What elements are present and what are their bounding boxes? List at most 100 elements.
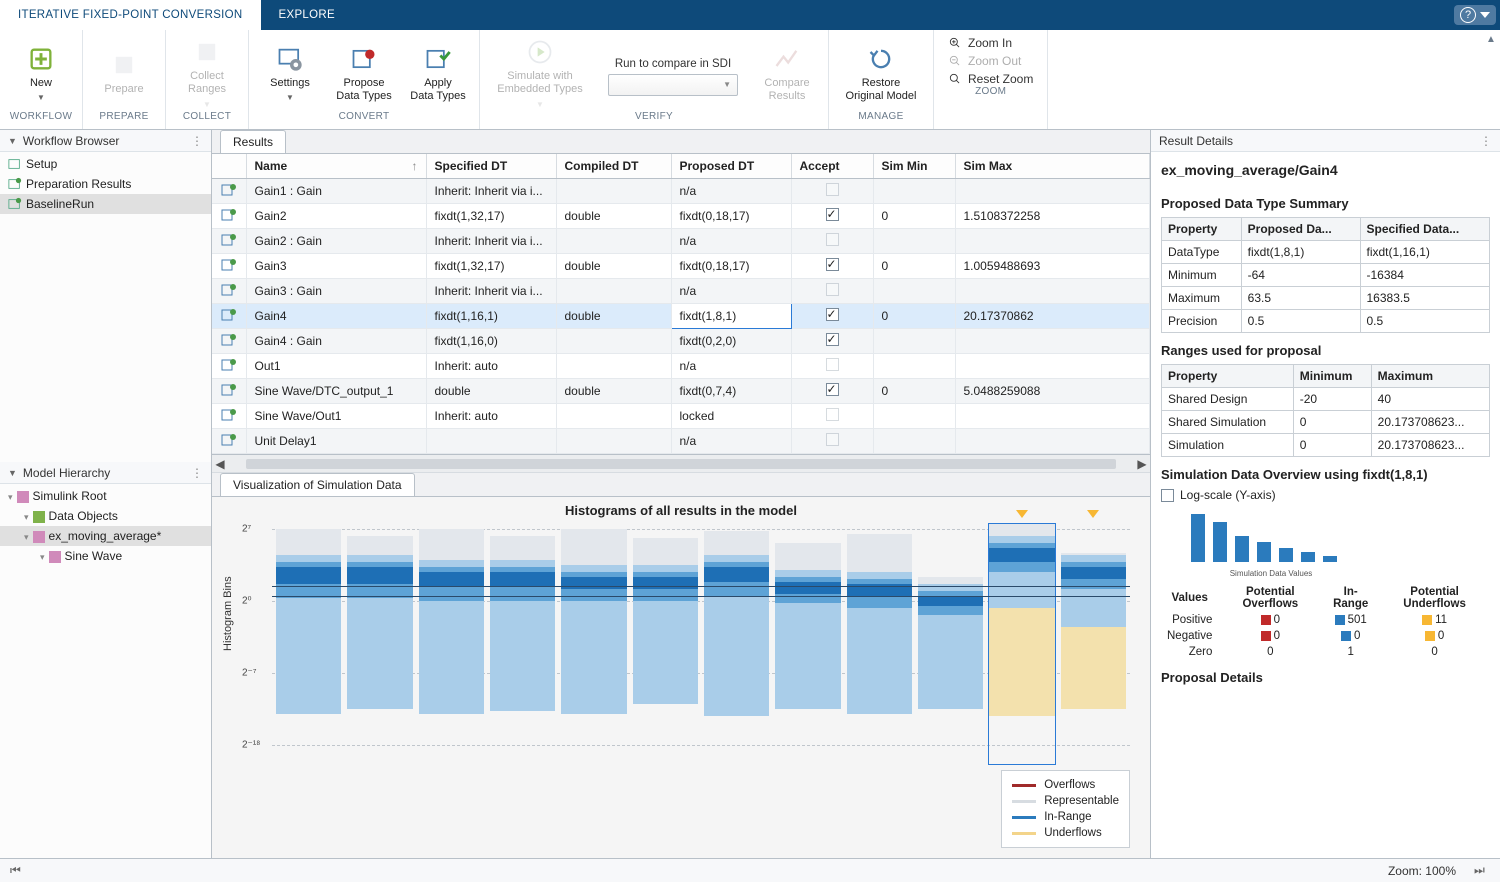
proposal-details-heading: Proposal Details	[1161, 670, 1490, 685]
table-row[interactable]: Gain1 : GainInherit: Inherit via i...n/a	[212, 179, 1150, 204]
logscale-label: Log-scale (Y-axis)	[1180, 488, 1276, 502]
mini-histogram: Simulation Data Values	[1171, 508, 1371, 578]
settings-button[interactable]: Settings ▼	[259, 45, 321, 103]
hierarchy-item[interactable]: ▾Sine Wave	[0, 546, 211, 566]
statusbar: ⏮ Zoom: 100% ⏭	[0, 858, 1500, 882]
compare-label: Compare Results	[764, 77, 809, 102]
table-row[interactable]: Gain4 : Gainfixdt(1,16,0)fixdt(0,2,0)	[212, 329, 1150, 354]
histogram-area[interactable]: 2⁷2⁰2⁻⁷2⁻¹⁸	[272, 524, 1130, 764]
zoom-indicator: Zoom: 100%	[1388, 864, 1456, 878]
scroll-right-icon[interactable]: ▶	[1134, 457, 1150, 471]
table-row[interactable]: Unit Delay1n/a	[212, 429, 1150, 454]
simulate-embedded-button: Simulate with Embedded Types ▼	[490, 38, 590, 108]
workflow-browser-title: Workflow Browser	[23, 134, 119, 148]
ranges-table: PropertyMinimumMaximumShared Design-2040…	[1161, 364, 1490, 457]
nav-last-icon[interactable]: ⏭	[1474, 863, 1490, 879]
histogram-bar[interactable]	[1061, 524, 1126, 764]
collect-label: Collect Ranges	[188, 70, 226, 95]
model-hierarchy-tree: ▾Simulink Root▾Data Objects▾ex_moving_av…	[0, 484, 211, 568]
table-row[interactable]: Gain3 : GainInherit: Inherit via i...n/a	[212, 279, 1150, 304]
workflow-item[interactable]: BaselineRun	[0, 194, 211, 214]
restore-label: Restore Original Model	[846, 77, 917, 102]
model-hierarchy-menu-icon[interactable]: ⋮	[191, 466, 203, 480]
group-verify-label: VERIFY	[480, 111, 828, 129]
reset-zoom-button[interactable]: Reset Zoom	[948, 72, 1033, 86]
summary-heading: Proposed Data Type Summary	[1161, 196, 1490, 211]
hierarchy-item[interactable]: ▾Data Objects	[0, 506, 211, 526]
logscale-checkbox[interactable]	[1161, 489, 1174, 502]
restore-model-button[interactable]: Restore Original Model	[839, 45, 923, 102]
h-scrollbar[interactable]	[246, 459, 1116, 469]
settings-label: Settings	[270, 77, 310, 90]
simulation-overview-table: ValuesPotential OverflowsIn-RangePotenti…	[1161, 584, 1490, 660]
histogram-bar[interactable]	[347, 524, 412, 764]
propose-datatypes-button[interactable]: Propose Data Types	[333, 45, 395, 102]
sdi-run-label: Run to compare in SDI	[615, 58, 731, 70]
hierarchy-item[interactable]: ▾Simulink Root	[0, 486, 211, 506]
result-details-menu-icon[interactable]: ⋮	[1480, 134, 1492, 148]
zoom-out-button[interactable]: Zoom Out	[948, 54, 1033, 68]
workflow-item[interactable]: Setup	[0, 154, 211, 174]
workflow-browser-menu-icon[interactable]: ⋮	[191, 134, 203, 148]
tab-explore[interactable]: EXPLORE	[261, 0, 353, 30]
apply-label: Apply Data Types	[410, 77, 465, 102]
tab-results[interactable]: Results	[220, 130, 286, 153]
apply-datatypes-button[interactable]: Apply Data Types	[407, 45, 469, 102]
workflow-item[interactable]: Preparation Results	[0, 174, 211, 194]
ranges-heading: Ranges used for proposal	[1161, 343, 1490, 358]
workflow-tree: SetupPreparation ResultsBaselineRun	[0, 152, 211, 462]
new-label: New	[30, 77, 52, 90]
group-workflow-label: WORKFLOW	[0, 111, 82, 129]
hierarchy-item[interactable]: ▾ex_moving_average*	[0, 526, 211, 546]
new-button[interactable]: New ▼	[10, 45, 72, 103]
prepare-label: Prepare	[104, 83, 143, 96]
histogram-bar[interactable]	[490, 524, 555, 764]
scroll-left-icon[interactable]: ◀	[212, 457, 228, 471]
table-row[interactable]: Sine Wave/DTC_output_1doubledoublefixdt(…	[212, 379, 1150, 404]
column-header[interactable]: Sim Min	[873, 154, 955, 179]
group-prepare-label: PREPARE	[83, 111, 165, 129]
table-row[interactable]: Gain2 : GainInherit: Inherit via i...n/a	[212, 229, 1150, 254]
group-manage-label: MANAGE	[829, 111, 933, 129]
column-header[interactable]: Name ↑	[246, 154, 426, 179]
column-header[interactable]: Proposed DT	[671, 154, 791, 179]
column-header[interactable]: Accept	[791, 154, 873, 179]
table-row[interactable]: Gain4fixdt(1,16,1)doublefixdt(1,8,1)020.…	[212, 304, 1150, 329]
table-row[interactable]: Gain2fixdt(1,32,17)doublefixdt(0,18,17)0…	[212, 204, 1150, 229]
group-convert-label: CONVERT	[249, 111, 479, 129]
main-tabstrip: ITERATIVE FIXED-POINT CONVERSION EXPLORE…	[0, 0, 1500, 30]
histogram-ylabel: Histogram Bins	[222, 576, 234, 651]
tab-visualization[interactable]: Visualization of Simulation Data	[220, 473, 415, 496]
zoom-in-button[interactable]: Zoom In	[948, 36, 1033, 50]
histogram-bar[interactable]	[989, 524, 1054, 764]
table-row[interactable]: Sine Wave/Out1Inherit: autolocked	[212, 404, 1150, 429]
histogram-bar[interactable]	[847, 524, 912, 764]
column-header[interactable]: Sim Max	[955, 154, 1150, 179]
propose-label: Propose Data Types	[336, 77, 391, 102]
results-table[interactable]: Name ↑Specified DTCompiled DTProposed DT…	[212, 154, 1150, 454]
histogram-bar[interactable]	[775, 524, 840, 764]
histogram-bar[interactable]	[633, 524, 698, 764]
model-hierarchy-title: Model Hierarchy	[23, 466, 110, 480]
prepare-button: Prepare	[93, 51, 155, 96]
collapse-ribbon-icon[interactable]: ▲	[1484, 32, 1498, 46]
help-dropdown[interactable]: ?	[1454, 5, 1496, 25]
datatype-summary-table: PropertyProposed Da...Specified Data...D…	[1161, 217, 1490, 333]
histogram-bar[interactable]	[276, 524, 341, 764]
overview-heading: Simulation Data Overview using fixdt(1,8…	[1161, 467, 1490, 482]
histogram-bar[interactable]	[419, 524, 484, 764]
column-header[interactable]: Compiled DT	[556, 154, 671, 179]
sdi-run-dropdown[interactable]: ▼	[608, 74, 738, 96]
group-zoom-label: ZOOM	[934, 86, 1047, 104]
collect-ranges-button: Collect Ranges ▼	[176, 38, 238, 108]
table-row[interactable]: Gain3fixdt(1,32,17)doublefixdt(0,18,17)0…	[212, 254, 1150, 279]
compare-results-button: Compare Results	[756, 45, 818, 102]
tab-iterative[interactable]: ITERATIVE FIXED-POINT CONVERSION	[0, 0, 261, 30]
table-row[interactable]: Out1Inherit: auton/a	[212, 354, 1150, 379]
nav-first-icon[interactable]: ⏮	[10, 863, 26, 879]
histogram-bar[interactable]	[918, 524, 983, 764]
histogram-bar[interactable]	[561, 524, 626, 764]
histogram-bar[interactable]	[704, 524, 769, 764]
toolbar-ribbon: New ▼ WORKFLOW Prepare PREPARE Collect R…	[0, 30, 1500, 130]
column-header[interactable]: Specified DT	[426, 154, 556, 179]
